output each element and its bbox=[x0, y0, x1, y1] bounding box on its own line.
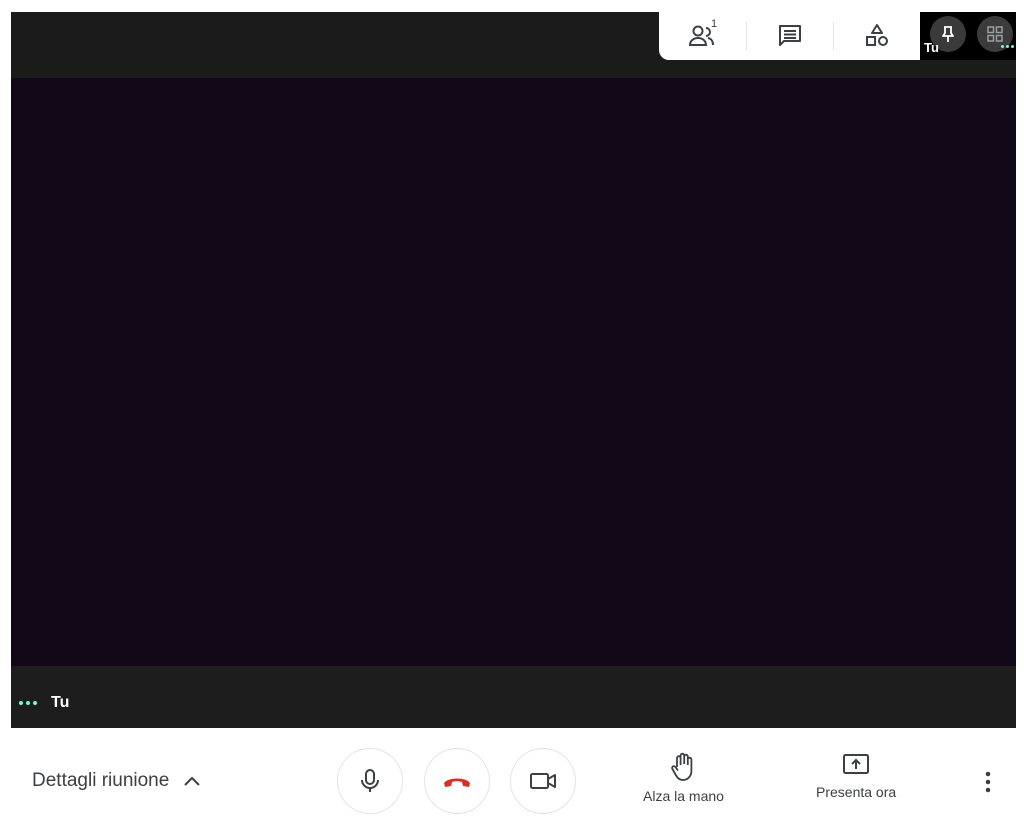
present-now-button[interactable]: Presenta ora bbox=[816, 752, 896, 800]
meeting-tools-panel: 1 bbox=[659, 12, 920, 60]
microphone-button[interactable] bbox=[337, 748, 403, 814]
stage-bottom-bar bbox=[11, 666, 1016, 728]
meeting-stage: Tu bbox=[11, 12, 1016, 728]
speaking-indicator-icon bbox=[19, 701, 37, 705]
meeting-details-button[interactable]: Dettagli riunione bbox=[32, 770, 201, 792]
participant-label: Tu bbox=[19, 694, 69, 712]
participants-count: 1 bbox=[711, 18, 718, 30]
chevron-up-icon bbox=[184, 776, 201, 786]
activities-icon bbox=[865, 24, 888, 46]
mic-icon bbox=[361, 769, 379, 792]
main-video bbox=[11, 78, 1016, 666]
hang-up-icon bbox=[444, 778, 470, 787]
more-options-button[interactable] bbox=[976, 768, 1000, 796]
present-icon bbox=[843, 754, 870, 774]
chat-icon bbox=[778, 25, 801, 46]
hang-up-button[interactable] bbox=[424, 748, 490, 814]
participant-name: Tu bbox=[51, 694, 70, 711]
grid-icon bbox=[987, 26, 1003, 42]
raise-hand-button[interactable]: Alza la mano bbox=[643, 752, 724, 804]
raise-hand-icon bbox=[671, 752, 693, 781]
camera-button[interactable] bbox=[510, 748, 576, 814]
present-now-label: Presenta ora bbox=[816, 784, 897, 800]
pin-icon bbox=[942, 26, 954, 42]
meeting-details-label: Dettagli riunione bbox=[32, 770, 170, 791]
raise-hand-label: Alza la mano bbox=[643, 788, 724, 804]
chat-button[interactable] bbox=[746, 12, 833, 60]
more-vert-icon bbox=[985, 771, 991, 793]
tile-speaking-icon bbox=[1001, 45, 1014, 48]
participants-button[interactable]: 1 bbox=[659, 12, 746, 60]
self-view-tile[interactable]: Tu bbox=[920, 12, 1016, 60]
camera-icon bbox=[530, 773, 556, 789]
activities-button[interactable] bbox=[833, 12, 920, 60]
self-tile-name: Tu bbox=[924, 40, 939, 55]
